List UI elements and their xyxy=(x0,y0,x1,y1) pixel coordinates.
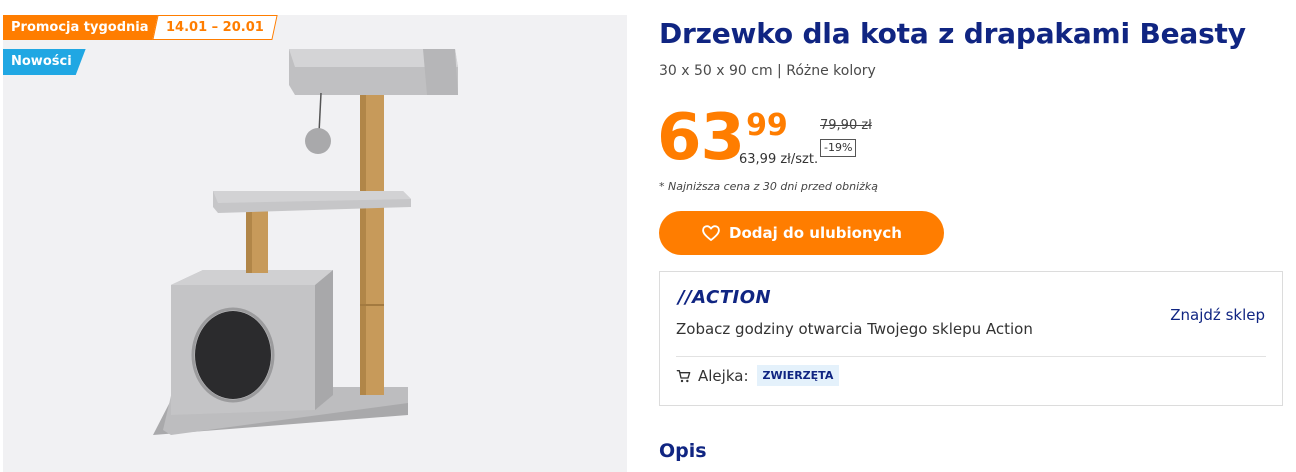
old-price: 79,90 zł xyxy=(820,118,872,133)
product-page: Promocja tygodnia 14.01 – 20.01 Nowości … xyxy=(0,0,1296,472)
find-store-link[interactable]: Znajdź sklep xyxy=(1170,306,1265,324)
cat-tree-image xyxy=(153,49,458,435)
aisle-info: Alejka: ZWIERZĘTA xyxy=(676,365,840,386)
heart-icon xyxy=(702,225,720,241)
promo-badge-row: Promocja tygodnia 14.01 – 20.01 xyxy=(3,15,277,40)
unit-price: 63,99 zł/szt. xyxy=(739,152,819,167)
aisle-tag[interactable]: ZWIERZĘTA xyxy=(756,365,840,386)
promo-dates-badge: 14.01 – 20.01 xyxy=(151,15,277,40)
store-hours-text: Zobacz godziny otwarcia Twojego sklepu A… xyxy=(676,320,1033,338)
price-note: * Najniższa cena z 30 dni przed obniżką xyxy=(659,180,879,193)
promo-badge: Promocja tygodnia xyxy=(3,15,159,40)
description-heading: Opis xyxy=(659,440,707,462)
product-subtitle: 30 x 50 x 90 cm | Różne kolory xyxy=(659,63,876,79)
cart-icon xyxy=(676,369,691,382)
product-title: Drzewko dla kota z drapakami Beasty xyxy=(659,17,1246,50)
action-logo: //ACTION xyxy=(678,287,772,308)
new-badge: Nowości xyxy=(3,49,86,75)
discount-badge: -19% xyxy=(820,139,857,157)
add-to-favorites-button[interactable]: Dodaj do ulubionych xyxy=(659,211,944,255)
product-image[interactable] xyxy=(3,15,627,472)
aisle-label: Alejka: xyxy=(698,366,749,385)
promo-dates-text: 14.01 – 20.01 xyxy=(165,20,264,35)
store-info-box: //ACTION Zobacz godziny otwarcia Twojego… xyxy=(659,271,1283,406)
price-decimal: 99 xyxy=(746,108,788,143)
store-divider xyxy=(676,356,1266,357)
price-integer: 63 xyxy=(657,101,745,175)
add-to-favorites-label: Dodaj do ulubionych xyxy=(729,224,902,242)
